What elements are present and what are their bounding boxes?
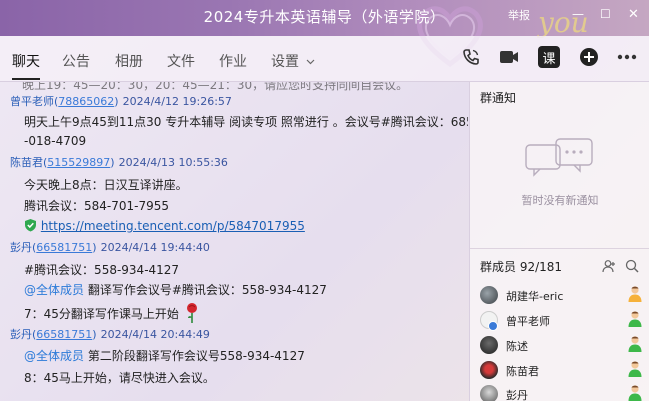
member-item[interactable]: 陈述	[480, 335, 645, 355]
avatar	[480, 286, 498, 304]
member-name: 彭丹	[506, 389, 528, 401]
sender-uid[interactable]: 66581751	[36, 328, 92, 341]
message-sender[interactable]: 曾平老师(78865062) 2024/4/12 19:26:57	[10, 93, 232, 109]
report-button[interactable]: 举报	[508, 7, 530, 23]
sender-nick[interactable]: 彭丹	[10, 328, 32, 341]
chevron-down-icon	[307, 59, 315, 65]
search-icon[interactable]	[625, 259, 639, 273]
close-button[interactable]: ✕	[628, 7, 639, 22]
notice-title[interactable]: 群通知	[480, 89, 516, 106]
tab-settings-label: 设置	[271, 54, 299, 70]
title-bar: 2024专升本英语辅导（外语学院） you 举报 — ☐ ✕	[0, 0, 649, 68]
member-name: 陈述	[506, 340, 528, 353]
tab-settings[interactable]: 设置	[271, 51, 315, 71]
member-item[interactable]: 曾平老师	[480, 310, 645, 331]
mention-message: @全体成员 翻译写作会议号#腾讯会议：558-934-4127	[24, 281, 327, 298]
message-sender[interactable]: 陈苗君(515529897) 2024/4/13 10:55:36	[10, 154, 228, 170]
rose-icon	[186, 303, 197, 323]
active-tab-indicator	[12, 78, 40, 80]
message-text-with-emoji: 7：45分翻译写作课马上开始	[24, 302, 199, 324]
link-line: https://meeting.tencent.com/p/5847017955	[24, 218, 305, 233]
member-name: 胡建华-eric	[506, 290, 564, 303]
empty-chat-bubbles-icon	[525, 138, 593, 177]
member-role-icon	[628, 336, 642, 352]
member-role-icon	[628, 311, 642, 327]
member-role-icon	[628, 385, 642, 401]
video-call-button[interactable]	[498, 46, 520, 68]
message-text: 8：45马上开始，请尽快进入会议。	[24, 371, 215, 385]
mention-all[interactable]: @全体成员	[24, 283, 84, 297]
tab-bar: 聊天 公告 相册 文件 作业 设置 课	[0, 36, 649, 82]
member-name: 曾平老师	[506, 315, 550, 328]
mention-text: 翻译写作会议号#腾讯会议：558-934-4127	[84, 283, 327, 297]
message-text: 7：45分翻译写作课马上开始	[24, 307, 179, 321]
maximize-button[interactable]: ☐	[600, 7, 611, 21]
tab-album[interactable]: 相册	[115, 51, 143, 71]
sender-uid[interactable]: 515529897	[47, 156, 110, 169]
member-role-icon	[628, 361, 642, 377]
message-text: #腾讯会议：558-934-4127	[24, 263, 180, 277]
tab-chat[interactable]: 聊天	[12, 51, 40, 71]
add-button[interactable]	[578, 46, 600, 68]
message-text: 腾讯会议：584-701-7955	[24, 199, 170, 213]
chat-area[interactable]: 晚上19：45—20：30，20：45—21：30，请应您时支持同间自会议。 曾…	[0, 82, 468, 401]
message-time: 2024/4/13 10:55:36	[118, 156, 228, 169]
avatar	[480, 361, 498, 379]
sender-uid[interactable]: 66581751	[36, 241, 92, 254]
voice-call-button[interactable]	[460, 46, 482, 68]
mention-message: @全体成员 第二阶段翻译写作会议号558-934-4127	[24, 347, 305, 364]
more-button[interactable]	[616, 46, 638, 68]
class-button[interactable]: 课	[538, 46, 560, 68]
video-camera-icon	[500, 51, 518, 63]
sender-nick[interactable]: 彭丹	[10, 241, 32, 254]
member-name: 陈苗君	[506, 365, 539, 378]
sender-uid[interactable]: 78865062	[58, 95, 114, 108]
message-text: 明天上午9点45到11点30 专升本辅导 阅读专项 照常进行 。会议号#腾讯会议…	[24, 115, 468, 129]
add-member-icon[interactable]	[602, 259, 616, 273]
message-text: -018-4709	[24, 134, 87, 148]
mention-all[interactable]: @全体成员	[24, 349, 84, 363]
message-sender[interactable]: 彭丹(66581751) 2024/4/14 19:44:40	[10, 239, 210, 255]
plus-circle-icon	[580, 48, 598, 66]
notice-empty-text: 暂时没有新通知	[521, 194, 599, 207]
message-time: 2024/4/14 20:44:49	[100, 328, 210, 341]
mention-text: 第二阶段翻译写作会议号558-934-4127	[84, 349, 305, 363]
more-dots-icon	[617, 54, 637, 60]
tab-homework[interactable]: 作业	[219, 51, 247, 71]
message-text: 今天晚上8点：日汉互译讲座。	[24, 178, 188, 192]
class-label: 课	[542, 51, 556, 67]
member-item[interactable]: 彭丹	[480, 384, 645, 401]
tab-announcements[interactable]: 公告	[62, 51, 90, 71]
avatar	[480, 385, 498, 401]
member-role-icon	[628, 286, 642, 302]
member-item[interactable]: 陈苗君	[480, 360, 645, 380]
member-item[interactable]: 胡建华-eric	[480, 285, 645, 305]
tab-files[interactable]: 文件	[167, 51, 195, 71]
shield-check-icon	[25, 219, 36, 232]
sender-nick[interactable]: 陈苗君	[10, 156, 43, 169]
members-title: 群成员 92/181	[480, 260, 563, 274]
minimize-button[interactable]: —	[572, 7, 584, 21]
avatar	[480, 336, 498, 354]
sender-nick[interactable]: 曾平老师	[10, 95, 54, 108]
partial-message: 晚上19：45—20：30，20：45—21：30，请应您时支持同间自会议。	[22, 82, 409, 92]
meeting-link[interactable]: https://meeting.tencent.com/p/5847017955	[41, 219, 305, 233]
phone-badge-icon	[488, 321, 498, 331]
message-time: 2024/4/12 19:26:57	[122, 95, 232, 108]
message-time: 2024/4/14 19:44:40	[100, 241, 210, 254]
right-panel: 群通知 暂时没有新通知 群成员 92/181 胡建华-eric 曾平老师 陈述 …	[469, 82, 649, 401]
message-sender[interactable]: 彭丹(66581751) 2024/4/14 20:44:49	[10, 326, 210, 342]
panel-divider	[470, 248, 649, 249]
phone-icon	[463, 49, 479, 65]
